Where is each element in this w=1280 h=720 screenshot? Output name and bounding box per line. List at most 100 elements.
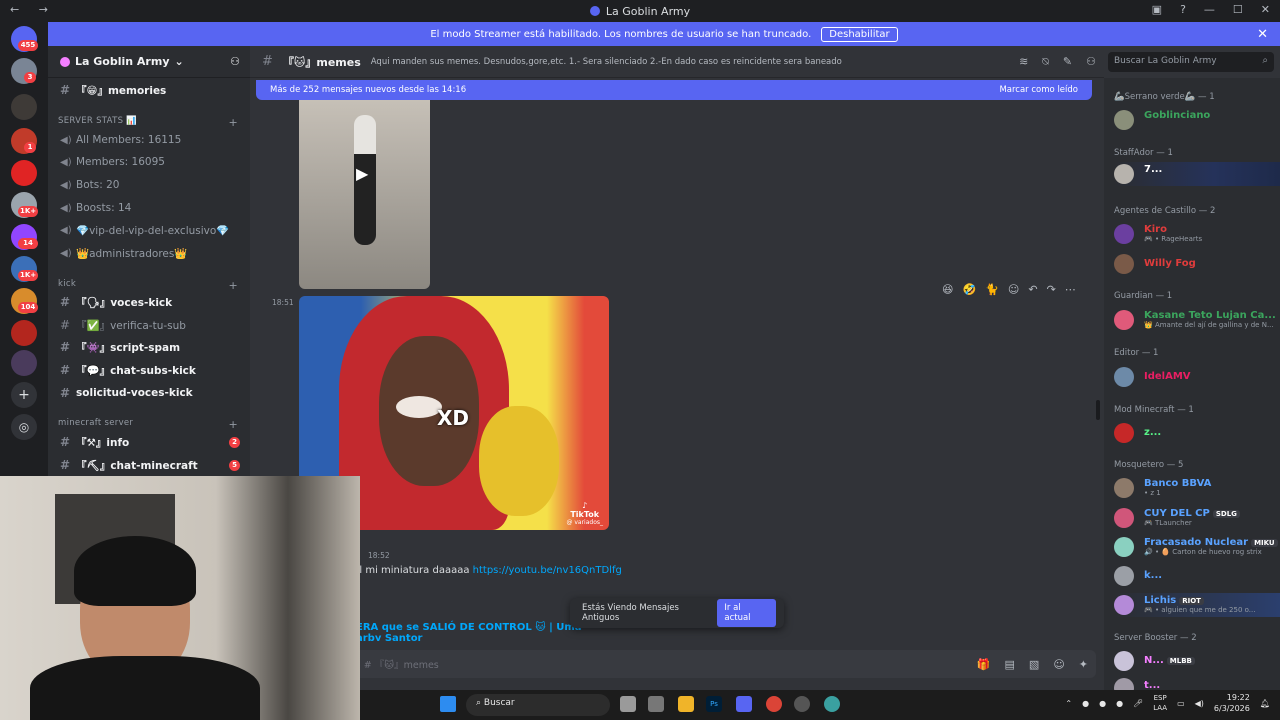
link-embed[interactable]: ERA que se SALIÓ DE CONTROL 🐱 | Uma arby… bbox=[356, 622, 582, 641]
server-icon[interactable] bbox=[11, 320, 37, 346]
discord-taskbar-icon[interactable] bbox=[736, 696, 752, 712]
server-header[interactable]: La Goblin Army ⌄ ⚇ bbox=[48, 46, 250, 78]
member-item[interactable]: Goblinciano bbox=[1114, 108, 1280, 132]
channel-info[interactable]: # 『⚒』info 2 bbox=[48, 431, 250, 453]
member-item[interactable]: k... bbox=[1114, 564, 1280, 588]
minimize-icon[interactable]: — bbox=[1204, 3, 1215, 16]
channel-members[interactable]: ◀) Members: 16095 bbox=[48, 151, 250, 173]
channel-topic[interactable]: Aqui manden sus memes. Desnudos,gore,etc… bbox=[371, 57, 842, 67]
sticker-icon[interactable]: ▧ bbox=[1029, 658, 1039, 671]
add-reaction-icon[interactable]: ☺ bbox=[1008, 283, 1019, 296]
threads-icon[interactable]: ≋ bbox=[1019, 55, 1028, 69]
app-icon[interactable] bbox=[824, 696, 840, 712]
channel-chat-subs-kick[interactable]: # 『💬』chat-subs-kick bbox=[48, 359, 250, 381]
app-icon[interactable] bbox=[648, 696, 664, 712]
reaction-icon[interactable]: 😆 bbox=[942, 283, 953, 296]
more-icon[interactable]: ⋯ bbox=[1065, 283, 1076, 296]
member-item[interactable]: 7... bbox=[1114, 162, 1280, 186]
gif-icon[interactable]: ▤ bbox=[1005, 658, 1015, 671]
windows-start-icon[interactable] bbox=[440, 696, 456, 712]
channel-bots[interactable]: ◀) Bots: 20 bbox=[48, 174, 250, 196]
disable-streamer-button[interactable]: Deshabilitar bbox=[821, 26, 898, 42]
taskbar-search[interactable]: ⌕ Buscar bbox=[466, 694, 610, 716]
system-tray[interactable]: ⌃ ● ● ● 🎤︎ ESP LAA ▭ ◀) 19:22 6/3/2026 🔔︎ bbox=[1065, 692, 1270, 714]
channel-solicitud-voces-kick[interactable]: # solicitud-voces-kick bbox=[48, 382, 250, 404]
channel-script-spam[interactable]: # 『👾』script-spam bbox=[48, 336, 250, 358]
add-channel-icon[interactable]: + bbox=[228, 116, 238, 129]
task-view-icon[interactable] bbox=[620, 696, 636, 712]
volume-icon[interactable]: ◀) bbox=[1195, 699, 1204, 708]
apps-icon[interactable]: ✦ bbox=[1079, 658, 1088, 671]
close-window-icon[interactable]: ✕ bbox=[1261, 3, 1270, 16]
member-item[interactable]: CUY DEL CP SDLG 🎮 TLauncher bbox=[1114, 506, 1280, 530]
member-item[interactable]: Fracasado Nuclear MIKU 🔊 • 🥚 Carton de hue… bbox=[1114, 535, 1280, 559]
member-list-icon[interactable]: ⚇ bbox=[1086, 55, 1096, 69]
new-messages-text: Más de 252 mensajes nuevos desde las 14:… bbox=[270, 85, 467, 95]
member-item[interactable]: Kiro 🎮 • RageHearts bbox=[1114, 222, 1280, 246]
video-attachment[interactable]: ▶ bbox=[299, 100, 430, 289]
reply-icon[interactable]: ↶ bbox=[1028, 283, 1037, 296]
embed-title[interactable]: ERA que se SALIÓ DE CONTROL 🐱 | Uma bbox=[356, 622, 582, 633]
microphone-icon[interactable]: 🎤︎ bbox=[1133, 699, 1143, 708]
tray-icon[interactable]: ● bbox=[1082, 699, 1089, 708]
category-kick[interactable]: kick + bbox=[58, 279, 238, 292]
jump-to-present-button[interactable]: Ir al actual bbox=[717, 599, 776, 627]
channel-boosts[interactable]: ◀) Boosts: 14 bbox=[48, 197, 250, 219]
new-messages-bar[interactable]: Más de 252 mensajes nuevos desde las 14:… bbox=[256, 80, 1092, 100]
forward-icon[interactable]: ↷ bbox=[1047, 283, 1056, 296]
channel-memories[interactable]: # 『😁』memories bbox=[48, 79, 250, 101]
channel-chat-minecraft[interactable]: # 『⛏』chat-minecraft 5 bbox=[48, 454, 250, 476]
chevron-up-icon[interactable]: ⌃ bbox=[1065, 699, 1072, 708]
member-item[interactable]: t... bbox=[1114, 676, 1280, 690]
inbox-icon[interactable]: ▣ bbox=[1152, 3, 1162, 16]
member-item[interactable]: Kasane Teto Lujan Ca... 👑 Amante del ají … bbox=[1114, 308, 1280, 332]
category-minecraft[interactable]: minecraft server + bbox=[58, 418, 238, 431]
category-server-stats[interactable]: SERVER STATS 📊 + bbox=[58, 116, 238, 129]
help-icon[interactable]: ? bbox=[1180, 3, 1186, 16]
network-icon[interactable]: ▭ bbox=[1177, 699, 1185, 708]
member-item[interactable]: z... bbox=[1114, 421, 1280, 445]
discover-icon[interactable]: ◎ bbox=[11, 414, 37, 440]
add-channel-icon[interactable]: + bbox=[228, 418, 238, 431]
channel-verifica-tu-sub[interactable]: # 『✅』verifica-tu-sub bbox=[48, 314, 250, 336]
message-link[interactable]: https://youtu.be/nv16QnTDlfg bbox=[473, 565, 622, 576]
app-icon[interactable] bbox=[794, 696, 810, 712]
channel-all-members[interactable]: ◀) All Members: 16115 bbox=[48, 129, 250, 151]
reaction-icon[interactable]: 🐈 bbox=[985, 283, 999, 296]
close-banner-icon[interactable]: ✕ bbox=[1257, 27, 1268, 42]
nav-arrows[interactable]: ← → bbox=[10, 3, 56, 16]
notifications-icon[interactable]: 🔔︎ bbox=[1260, 699, 1270, 708]
tray-icon[interactable]: ● bbox=[1099, 699, 1106, 708]
search-input[interactable]: Buscar La Goblin Army ⌕ bbox=[1108, 52, 1274, 72]
server-icon[interactable] bbox=[11, 350, 37, 376]
clock[interactable]: 19:22 6/3/2026 bbox=[1214, 692, 1250, 714]
member-item[interactable]: Willy Fog bbox=[1114, 252, 1280, 276]
member-item[interactable]: Banco BBVA • z 1 bbox=[1114, 476, 1280, 500]
maximize-icon[interactable]: ☐ bbox=[1233, 3, 1243, 16]
server-icon[interactable] bbox=[11, 160, 37, 186]
channel-administradores[interactable]: ◀) 👑administradores👑 bbox=[48, 242, 250, 264]
server-icon[interactable] bbox=[11, 94, 37, 120]
member-item[interactable]: Lichis RIOT 🎮 • alguien que me de 250 o... bbox=[1114, 593, 1280, 617]
gift-icon[interactable]: 🎁 bbox=[977, 658, 991, 671]
message-input[interactable]: e a # 『🐱』memes 🎁 ▤ ▧ ☺ ✦ bbox=[260, 650, 1096, 678]
photoshop-icon[interactable]: Ps bbox=[706, 696, 722, 712]
add-member-icon[interactable]: ⚇ bbox=[230, 55, 240, 68]
pin-icon[interactable]: ✎ bbox=[1063, 55, 1072, 69]
mark-read-button[interactable]: Marcar como leído bbox=[999, 85, 1078, 95]
play-icon[interactable]: ▶ bbox=[356, 164, 368, 183]
member-item[interactable]: IdelAMV bbox=[1114, 365, 1280, 389]
add-server-icon[interactable]: + bbox=[11, 382, 37, 408]
reaction-icon[interactable]: 🤣 bbox=[962, 283, 976, 296]
language-indicator[interactable]: ESP LAA bbox=[1153, 693, 1167, 713]
mute-bell-icon[interactable]: ⍉ bbox=[1042, 55, 1049, 69]
emoji-icon[interactable]: ☺ bbox=[1053, 658, 1064, 671]
chat-scrollbar[interactable] bbox=[1096, 400, 1100, 420]
tray-icon[interactable]: ● bbox=[1116, 699, 1123, 708]
channel-vip[interactable]: ◀) 💎vip-del-vip-del-exclusivo💎 bbox=[48, 219, 250, 241]
window-controls[interactable]: ▣ ? — ☐ ✕ bbox=[1152, 3, 1270, 16]
chrome-icon[interactable] bbox=[766, 696, 782, 712]
member-item[interactable]: N... MLBB bbox=[1114, 649, 1280, 673]
channel-voces-kick[interactable]: # 『🗣』voces-kick bbox=[48, 291, 250, 313]
file-explorer-icon[interactable] bbox=[678, 696, 694, 712]
